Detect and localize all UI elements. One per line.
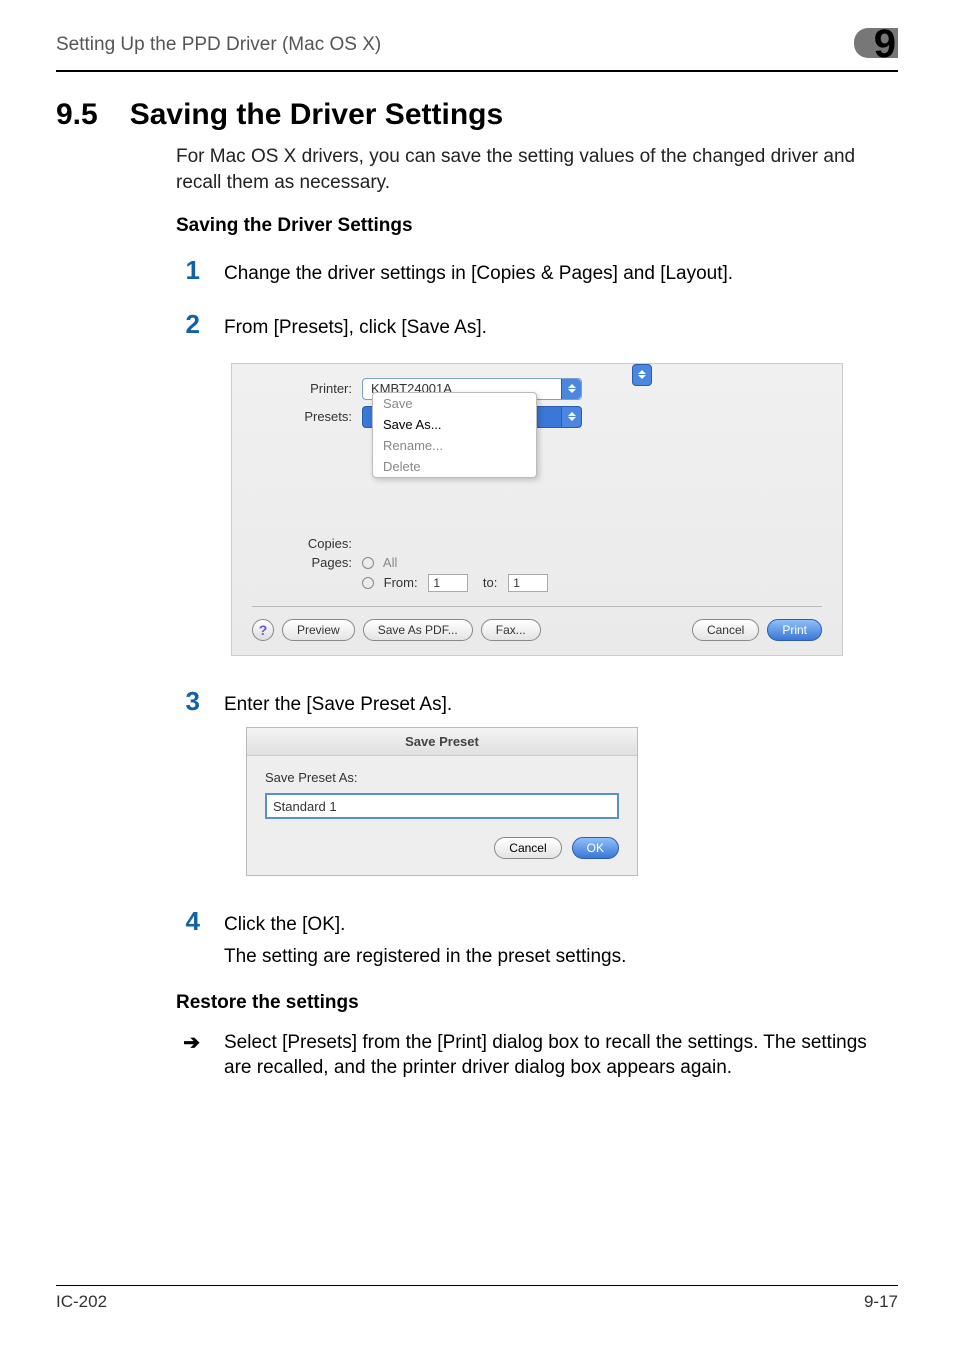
save-preset-cancel-button[interactable]: Cancel — [494, 837, 561, 859]
from-input[interactable]: 1 — [428, 574, 468, 592]
step-4-number: 4 — [176, 906, 200, 937]
running-header: Setting Up the PPD Driver (Mac OS X) — [56, 34, 381, 56]
printer-label: Printer: — [252, 381, 362, 396]
pages-to-label: to: — [483, 575, 497, 590]
arrow-bullet-icon: ➔ — [176, 1030, 200, 1055]
section-title: Saving the Driver Settings — [130, 98, 503, 132]
step-3-text: Enter the [Save Preset As]. — [224, 692, 898, 718]
cancel-button[interactable]: Cancel — [692, 619, 759, 641]
presets-menu-save-as[interactable]: Save As... — [373, 414, 536, 435]
save-preset-dialog: Save Preset Save Preset As: Standard 1 C… — [246, 727, 638, 876]
step-2-number: 2 — [176, 309, 200, 340]
subhead-save-driver: Saving the Driver Settings — [176, 215, 898, 237]
fax-button[interactable]: Fax... — [481, 619, 541, 641]
preview-button[interactable]: Preview — [282, 619, 355, 641]
save-preset-as-input[interactable]: Standard 1 — [265, 793, 619, 819]
footer-left: IC-202 — [56, 1292, 107, 1312]
chapter-tab: 9 — [852, 22, 898, 68]
print-dialog: Printer: KMBT24001A Presets: ✓ Standard — [231, 363, 843, 656]
section-number: 9.5 — [56, 98, 98, 132]
copies-label: Copies: — [252, 536, 362, 551]
to-input[interactable]: 1 — [508, 574, 548, 592]
radio-all[interactable] — [362, 557, 374, 569]
footer-right: 9-17 — [864, 1292, 898, 1312]
presets-menu-save[interactable]: Save — [373, 393, 536, 414]
pages-all-label: All — [383, 555, 397, 570]
help-button[interactable]: ? — [252, 619, 274, 641]
save-preset-title: Save Preset — [247, 728, 637, 756]
restore-body: Select [Presets] from the [Print] dialog… — [224, 1030, 898, 1081]
section-intro: For Mac OS X drivers, you can save the s… — [176, 144, 898, 195]
presets-menu-delete[interactable]: Delete — [373, 456, 536, 477]
step-3-number: 3 — [176, 686, 200, 717]
step-4-result: The setting are registered in the preset… — [224, 946, 898, 968]
presets-menu: Save Save As... Rename... Delete — [372, 392, 537, 478]
step-4-text: Click the [OK]. — [224, 912, 898, 938]
save-as-pdf-button[interactable]: Save As PDF... — [363, 619, 473, 641]
combo-caret-icon — [561, 407, 581, 427]
presets-menu-rename[interactable]: Rename... — [373, 435, 536, 456]
step-1-number: 1 — [176, 255, 200, 286]
pages-from-label: From: — [384, 575, 418, 590]
step-1-text: Change the driver settings in [Copies & … — [224, 261, 898, 287]
save-preset-as-label: Save Preset As: — [265, 770, 619, 785]
save-preset-ok-button[interactable]: OK — [572, 837, 619, 859]
radio-from[interactable] — [362, 577, 374, 589]
combo-caret-icon — [632, 364, 652, 386]
print-button[interactable]: Print — [767, 619, 822, 641]
pages-label: Pages: — [252, 555, 362, 570]
step-2-text: From [Presets], click [Save As]. — [224, 315, 898, 341]
subhead-restore: Restore the settings — [176, 992, 898, 1014]
chapter-number: 9 — [874, 22, 896, 67]
presets-label: Presets: — [252, 409, 362, 424]
